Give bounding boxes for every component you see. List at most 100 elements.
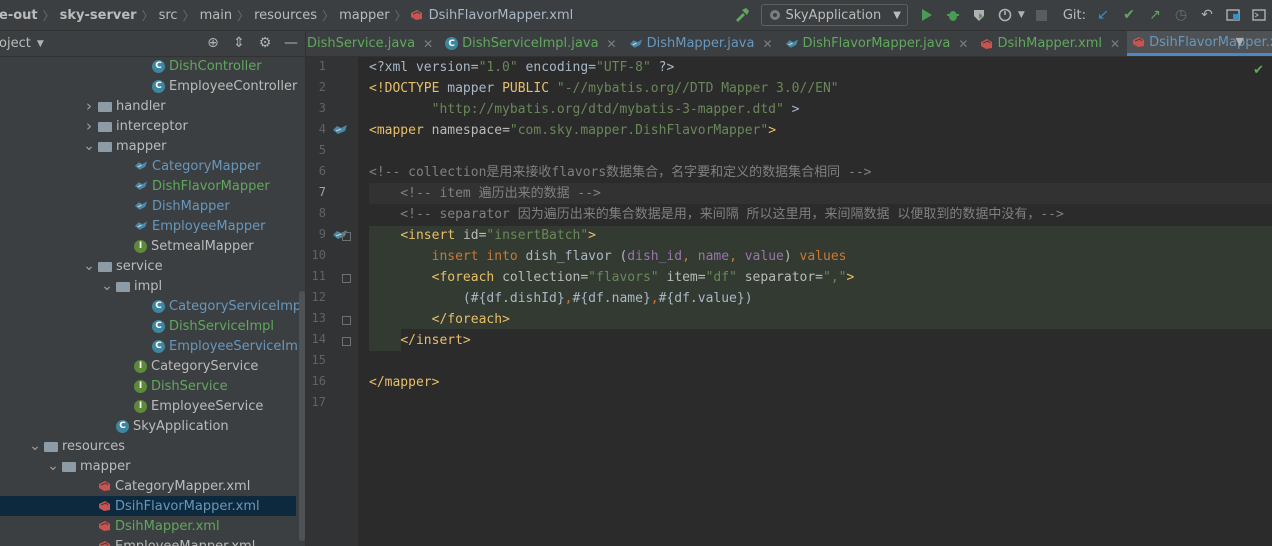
line-number: 17 bbox=[311, 395, 326, 409]
terminal-icon[interactable] bbox=[1246, 3, 1272, 27]
breadcrumb-item[interactable]: main bbox=[198, 8, 234, 23]
tree-item[interactable]: C DishServiceImpl bbox=[0, 316, 296, 336]
breadcrumb-item[interactable]: src bbox=[157, 8, 180, 23]
close-icon[interactable]: ✕ bbox=[1110, 37, 1120, 51]
code-token: <!DOCTYPE bbox=[369, 81, 448, 96]
chevron-down-icon[interactable]: ⌄ bbox=[82, 258, 96, 274]
close-icon[interactable]: ✕ bbox=[958, 37, 968, 51]
code-line: (#{df.dishId},#{df.name},#{df.value}) bbox=[369, 288, 753, 309]
code-editor[interactable]: 1 2 3 4 5 6 7 8 9 10 11 12 13 14 15 16 17 <?xml version=… bbox=[306, 57, 1272, 546]
close-icon[interactable]: ✕ bbox=[762, 37, 772, 51]
fold-marker-icon[interactable] bbox=[342, 232, 351, 241]
run-icon[interactable] bbox=[914, 3, 940, 27]
mybatis-navigate-icon[interactable] bbox=[332, 124, 348, 136]
code-token: dish_id bbox=[627, 249, 683, 264]
fold-marker-icon[interactable] bbox=[342, 337, 351, 346]
project-pane-title[interactable]: roject bbox=[0, 36, 31, 51]
chevron-right-icon[interactable]: › bbox=[82, 97, 96, 115]
fold-marker-icon[interactable] bbox=[342, 274, 351, 283]
close-icon[interactable]: ✕ bbox=[423, 37, 433, 51]
run-configuration-select[interactable]: SkyApplication ▼ bbox=[760, 4, 908, 26]
inspection-ok-icon[interactable]: ✔ bbox=[1253, 63, 1264, 78]
tree-item[interactable]: DishMapper bbox=[0, 196, 296, 216]
tree-item[interactable]: ⌄ resources bbox=[0, 436, 296, 456]
tree-item[interactable]: C EmployeeController bbox=[0, 76, 298, 96]
tree-item[interactable]: C DishController bbox=[0, 56, 296, 76]
chevron-down-icon[interactable]: ⌄ bbox=[82, 138, 96, 154]
debug-icon[interactable] bbox=[940, 3, 966, 27]
tree-item[interactable]: CategoryMapper.xml bbox=[0, 476, 296, 496]
hide-icon[interactable]: — bbox=[281, 34, 301, 52]
gear-icon[interactable]: ⚙ bbox=[255, 34, 275, 52]
rollback-icon[interactable]: ↶ bbox=[1194, 3, 1220, 27]
code-line: <!-- item 遍历出来的数据 --> bbox=[369, 183, 601, 204]
git-label: Git: bbox=[1062, 7, 1086, 23]
chevron-down-icon[interactable]: ⌄ bbox=[46, 458, 60, 474]
chevron-right-icon: 〉 bbox=[394, 8, 407, 23]
project-structure-icon[interactable] bbox=[1220, 3, 1246, 27]
history-icon[interactable]: ◷ bbox=[1168, 3, 1194, 27]
close-icon[interactable]: ✕ bbox=[607, 37, 617, 51]
tree-item[interactable]: DishFlavorMapper bbox=[0, 176, 296, 196]
editor-tab[interactable]: C DishServiceImpl.java ✕ bbox=[440, 31, 623, 56]
tree-item-label: CategoryServiceImpl bbox=[169, 298, 305, 314]
tree-item[interactable]: DsihMapper.xml bbox=[0, 516, 296, 536]
main-toolbar: SkyApplication ▼ ▼ Git: ↙ ✔ ↗ ◷ ↶ bbox=[729, 0, 1272, 30]
tree-item[interactable]: EmployeeMapper bbox=[0, 216, 296, 236]
editor-tab[interactable]: DishService.java ✕ bbox=[306, 31, 440, 56]
chevron-right-icon: 〉 bbox=[141, 8, 154, 23]
breadcrumb-item[interactable]: e-out bbox=[0, 8, 40, 23]
code-token: ?> bbox=[650, 60, 675, 75]
code-line: insert into dish_flavor (dish_id, name, … bbox=[369, 246, 847, 267]
tree-item-label: EmployeeController bbox=[169, 78, 298, 94]
tree-item[interactable]: › handler bbox=[0, 96, 296, 116]
tree-item[interactable]: I SetmealMapper bbox=[0, 236, 296, 256]
code-token: "," bbox=[823, 270, 847, 285]
tree-item[interactable]: C SkyApplication bbox=[0, 416, 296, 436]
git-push-icon[interactable]: ↗ bbox=[1142, 3, 1168, 27]
editor-tab[interactable]: DsihMapper.xml ✕ bbox=[975, 31, 1127, 56]
project-tree-scrollbar[interactable] bbox=[299, 291, 305, 541]
editor-tab-label: DishServiceImpl.java bbox=[462, 36, 599, 51]
coverage-icon[interactable] bbox=[966, 3, 992, 27]
git-update-icon[interactable]: ↙ bbox=[1090, 3, 1116, 27]
locate-icon[interactable]: ⊕ bbox=[203, 34, 223, 52]
tree-item[interactable]: I EmployeeService bbox=[0, 396, 296, 416]
breadcrumb-item[interactable]: mapper bbox=[337, 8, 391, 23]
tree-item[interactable]: › interceptor bbox=[0, 116, 296, 136]
tree-item[interactable]: ⌄ impl bbox=[0, 276, 296, 296]
tree-item-label: CategoryMapper bbox=[152, 158, 261, 174]
editor-tab[interactable]: DishFlavorMapper.java ✕ bbox=[780, 31, 976, 56]
tree-item[interactable]: I DishService bbox=[0, 376, 296, 396]
tree-item[interactable]: ⌄ mapper bbox=[0, 456, 296, 476]
breadcrumb-item[interactable]: sky-server bbox=[58, 8, 139, 23]
tree-item[interactable]: I CategoryService bbox=[0, 356, 296, 376]
chevron-down-icon[interactable]: ⌄ bbox=[100, 278, 114, 294]
fold-marker-icon[interactable] bbox=[342, 316, 351, 325]
chevron-right-icon: 〉 bbox=[322, 8, 335, 23]
code-token: (#{df.dishId} bbox=[369, 291, 565, 306]
code-token: <?xml version= bbox=[369, 60, 479, 75]
build-hammer-icon[interactable] bbox=[729, 3, 755, 27]
breadcrumb-file[interactable]: DsihFlavorMapper.xml bbox=[427, 8, 576, 23]
chevron-down-icon[interactable]: ▼ bbox=[1018, 10, 1025, 20]
editor-tab[interactable]: DishMapper.java ✕ bbox=[624, 31, 780, 56]
chevron-right-icon[interactable]: › bbox=[82, 117, 96, 135]
profile-icon[interactable] bbox=[992, 3, 1018, 27]
chevron-down-icon[interactable]: ▼ bbox=[1236, 35, 1244, 48]
tree-item[interactable]: CategoryMapper bbox=[0, 156, 296, 176]
tree-item[interactable]: DsihFlavorMapper.xml bbox=[0, 496, 296, 516]
chevron-down-icon[interactable]: ⌄ bbox=[28, 438, 42, 454]
tree-item[interactable]: ⌄ service bbox=[0, 256, 296, 276]
line-number: 13 bbox=[311, 311, 326, 325]
tree-item[interactable]: C EmployeeServiceImp bbox=[0, 336, 305, 356]
tree-item[interactable]: ⌄ mapper bbox=[0, 136, 296, 156]
collapse-all-icon[interactable]: ⇕ bbox=[229, 34, 249, 52]
breadcrumb-item[interactable]: resources bbox=[252, 8, 319, 23]
git-commit-icon[interactable]: ✔ bbox=[1116, 3, 1142, 27]
stop-icon[interactable] bbox=[1029, 3, 1055, 27]
editor-tab[interactable]: DsihFlavorMapper.xml✕ bbox=[1127, 31, 1272, 56]
chevron-down-icon[interactable]: ▼ bbox=[37, 39, 44, 49]
tree-item[interactable]: C CategoryServiceImpl bbox=[0, 296, 305, 316]
tree-item[interactable]: EmployeeMapper.xml bbox=[0, 536, 296, 546]
